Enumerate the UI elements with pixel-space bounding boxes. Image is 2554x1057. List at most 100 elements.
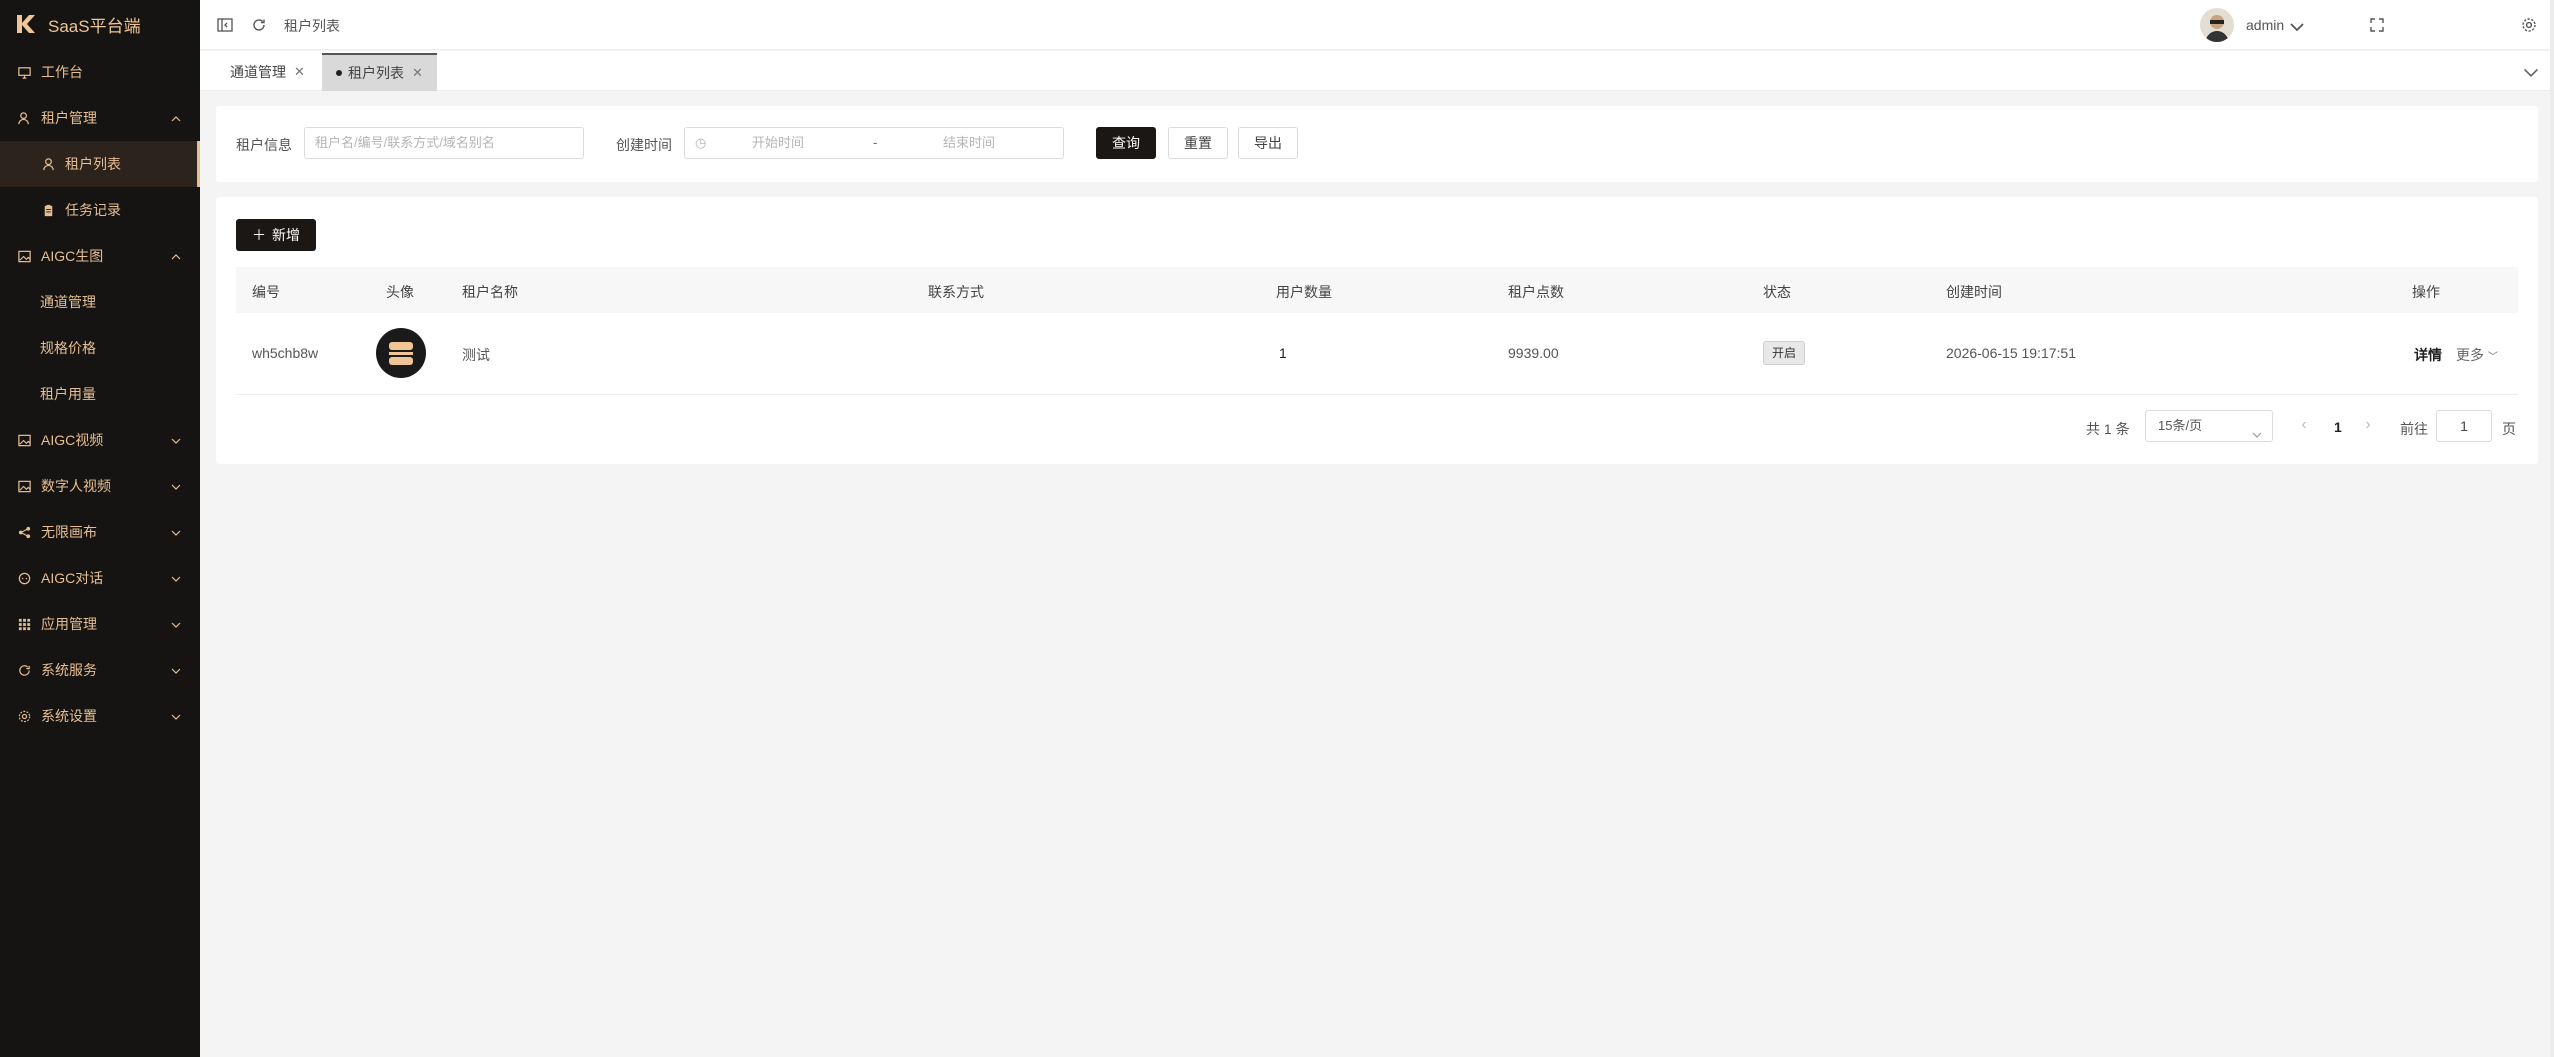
query-button[interactable]: 查询 xyxy=(1096,127,1156,159)
more-label: 更多 xyxy=(2456,347,2484,363)
tenant-info-label: 租户信息 xyxy=(236,137,292,153)
logo-icon xyxy=(14,13,36,35)
chevron-down-icon[interactable] xyxy=(2522,63,2539,78)
sidebar-item-tenant-usage[interactable]: 租户用量 xyxy=(0,371,200,417)
sidebar-item-aigc-video[interactable]: AIGC视频 xyxy=(0,417,200,463)
tenant-logo-icon xyxy=(389,342,413,365)
sidebar-item-infinite-canvas[interactable]: 无限画布 xyxy=(0,509,200,555)
sidebar-item-label: 规格价格 xyxy=(40,340,96,356)
sidebar-item-label: AIGC视频 xyxy=(41,432,104,448)
fullscreen-icon[interactable] xyxy=(2368,16,2386,34)
goto-label: 前往 xyxy=(2400,421,2428,437)
sidebar-item-label: 工作台 xyxy=(41,64,83,80)
sidebar-item-workbench[interactable]: 工作台 xyxy=(0,49,200,95)
chevron-up-icon xyxy=(170,250,182,262)
pagination-total: 共 1 条 xyxy=(2086,421,2130,437)
breadcrumb: 租户列表 xyxy=(284,18,340,34)
column-header: 编号 xyxy=(252,284,280,300)
clipboard-icon xyxy=(40,202,56,218)
sidebar-item-task-records[interactable]: 任务记录 xyxy=(0,187,200,233)
status-badge: 开启 xyxy=(1763,341,1806,365)
collapse-sidebar-icon[interactable] xyxy=(216,16,234,34)
sidebar-item-label: 任务记录 xyxy=(65,202,121,218)
detail-link[interactable]: 详情 xyxy=(2414,345,2442,365)
grid-icon xyxy=(16,616,32,632)
image-icon xyxy=(16,478,32,494)
refresh-icon[interactable] xyxy=(250,16,268,34)
prev-page-icon[interactable]: ‹ xyxy=(2294,415,2314,435)
sidebar-item-digital-human[interactable]: 数字人视频 xyxy=(0,463,200,509)
sidebar-item-system-service[interactable]: 系统服务 xyxy=(0,647,200,693)
column-header: 操作 xyxy=(2412,284,2440,300)
refresh-icon xyxy=(16,662,32,678)
sidebar-item-label: 租户列表 xyxy=(65,156,121,172)
table-panel: ＋ 新增 编号 头像 租户名称 联系方式 用户数量 租户点数 状态 创建时间 操… xyxy=(216,197,2538,464)
current-page[interactable]: 1 xyxy=(2334,419,2342,435)
brand[interactable]: SaaS平台端 xyxy=(0,0,200,48)
page-size-value: 15条/页 xyxy=(2158,418,2203,433)
sidebar-item-aigc-chat[interactable]: AIGC对话 xyxy=(0,555,200,601)
sidebar-item-label: 系统服务 xyxy=(41,662,97,678)
scrollbar[interactable] xyxy=(2550,0,2554,1057)
plus-icon: ＋ xyxy=(252,227,266,243)
reset-button[interactable]: 重置 xyxy=(1168,127,1228,159)
add-button-label: 新增 xyxy=(272,227,300,243)
chevron-down-icon xyxy=(170,434,182,446)
add-button[interactable]: ＋ 新增 xyxy=(236,219,316,251)
sidebar-item-label: 应用管理 xyxy=(41,616,97,632)
start-date-input[interactable]: 开始时间 xyxy=(752,128,804,158)
tab-channel-mgmt[interactable]: 通道管理 ✕ xyxy=(216,53,319,91)
chevron-down-icon xyxy=(170,480,182,492)
column-header: 创建时间 xyxy=(1946,284,2002,300)
top-header: 租户列表 admin xyxy=(200,0,2554,50)
sidebar-item-channel-mgmt[interactable]: 通道管理 xyxy=(0,279,200,325)
user-name[interactable]: admin xyxy=(2246,17,2284,33)
sidebar-item-tenant-list[interactable]: 租户列表 xyxy=(0,141,200,187)
tenant-avatar xyxy=(376,328,426,378)
gear-icon xyxy=(16,708,32,724)
image-icon xyxy=(16,432,32,448)
tenant-search-input[interactable]: 租户名/编号/联系方式/域名别名 xyxy=(304,127,584,159)
sidebar: SaaS平台端 工作台 租户管理 租户列表 任务记录 AIGC生图 通道管理 规… xyxy=(0,0,200,1057)
column-header: 用户数量 xyxy=(1276,284,1332,300)
end-date-input[interactable]: 结束时间 xyxy=(943,128,995,158)
user-icon xyxy=(40,156,56,172)
avatar[interactable] xyxy=(2200,8,2234,42)
chevron-down-icon xyxy=(170,572,182,584)
range-separator: - xyxy=(873,135,878,150)
tab-tenant-list[interactable]: 租户列表 ✕ xyxy=(322,53,437,91)
column-header: 租户名称 xyxy=(462,284,518,300)
tenant-name: 测试 xyxy=(462,347,490,363)
sidebar-item-label: 数字人视频 xyxy=(41,478,111,494)
date-range-picker[interactable]: ◷ 开始时间 - 结束时间 xyxy=(684,127,1064,159)
chevron-down-icon xyxy=(170,618,182,630)
close-icon[interactable]: ✕ xyxy=(412,65,423,81)
user-icon xyxy=(16,110,32,126)
sidebar-item-aigc-image[interactable]: AIGC生图 xyxy=(0,233,200,279)
chevron-down-icon[interactable] xyxy=(2288,18,2304,32)
close-icon[interactable]: ✕ xyxy=(294,64,305,80)
sidebar-item-label: 通道管理 xyxy=(40,294,96,310)
export-button[interactable]: 导出 xyxy=(1238,127,1298,159)
monitor-icon xyxy=(16,64,32,80)
chevron-down-icon: ﹀ xyxy=(2487,352,2498,363)
column-header: 联系方式 xyxy=(928,284,984,300)
user-count: 1 xyxy=(1279,345,1287,361)
next-page-icon[interactable]: › xyxy=(2358,415,2378,435)
sidebar-item-label: 租户用量 xyxy=(40,386,96,402)
sidebar-item-label: AIGC对话 xyxy=(41,570,104,586)
sidebar-item-spec-price[interactable]: 规格价格 xyxy=(0,325,200,371)
sidebar-item-label: 系统设置 xyxy=(41,708,97,724)
more-dropdown[interactable]: 更多 ﹀ xyxy=(2456,345,2498,365)
sidebar-item-app-mgmt[interactable]: 应用管理 xyxy=(0,601,200,647)
created-time: 2026-06-15 19:17:51 xyxy=(1946,345,2076,361)
goto-page-input[interactable]: 1 xyxy=(2436,410,2492,442)
tenant-id: wh5chb8w xyxy=(252,345,319,361)
sidebar-item-tenant-mgmt[interactable]: 租户管理 xyxy=(0,95,200,141)
created-time-label: 创建时间 xyxy=(616,137,672,153)
page-size-select[interactable]: 15条/页 xyxy=(2145,410,2273,442)
sidebar-item-system-settings[interactable]: 系统设置 xyxy=(0,693,200,739)
tab-bar: 通道管理 ✕ 租户列表 ✕ xyxy=(200,51,2554,91)
tenant-points: 9939.00 xyxy=(1508,345,1559,361)
gear-icon[interactable] xyxy=(2520,16,2538,34)
